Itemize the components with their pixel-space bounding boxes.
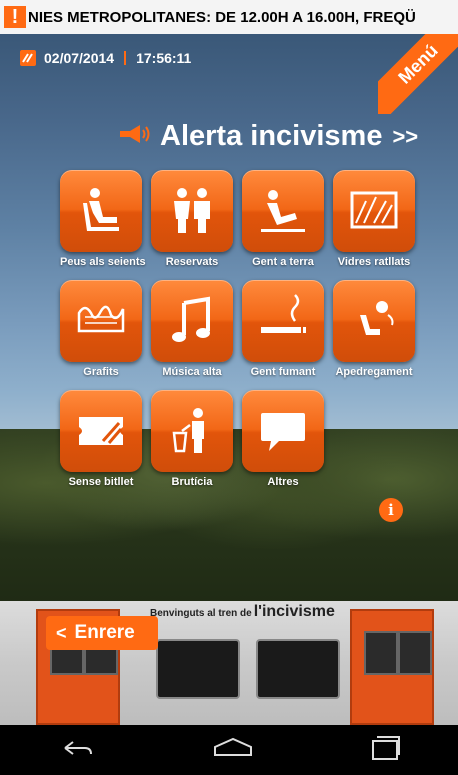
tile-label: Brutícia bbox=[171, 476, 213, 488]
tile-label: Peus als seients bbox=[60, 256, 146, 268]
date-label: 02/07/2014 bbox=[44, 50, 115, 66]
recent-apps-icon[interactable] bbox=[369, 735, 401, 766]
tile-label: Gent a terra bbox=[252, 256, 314, 268]
train-window bbox=[256, 639, 340, 699]
music-note-icon bbox=[151, 280, 233, 362]
train-banner: Benvinguts al tren de l'incivisme bbox=[150, 603, 335, 621]
smoking-icon bbox=[242, 280, 324, 362]
chevron-left-icon: < bbox=[56, 622, 67, 643]
back-button[interactable]: < Enrere bbox=[46, 616, 158, 650]
tile-vidres-ratllats[interactable]: Vidres ratllats bbox=[333, 170, 415, 268]
tile-reservats[interactable]: Reservats bbox=[151, 170, 233, 268]
ticker-text: NIES METROPOLITANES: DE 12.00H A 16.00H,… bbox=[28, 9, 416, 26]
headline-text: Alerta incivisme bbox=[160, 120, 383, 152]
tile-label: Altres bbox=[267, 476, 299, 488]
stone-throwing-icon bbox=[333, 280, 415, 362]
megaphone-icon bbox=[118, 120, 152, 153]
menu-label: Menú bbox=[378, 34, 458, 114]
tile-grafits[interactable]: Grafits bbox=[60, 280, 142, 378]
no-ticket-icon bbox=[60, 390, 142, 472]
train-window bbox=[156, 639, 240, 699]
tile-label: Grafits bbox=[83, 366, 119, 378]
tile-peus-als-seients[interactable]: Peus als seients bbox=[60, 170, 146, 268]
menu-button[interactable]: Menú bbox=[378, 34, 458, 114]
tile-label: Vidres ratllats bbox=[337, 256, 411, 268]
tile-label: Apedregament bbox=[335, 366, 413, 378]
people-on-floor-icon bbox=[242, 170, 324, 252]
back-nav-icon[interactable] bbox=[57, 736, 97, 765]
banner-small-text: Benvinguts al tren de bbox=[150, 608, 252, 619]
back-label: Enrere bbox=[74, 622, 135, 643]
graffiti-icon bbox=[60, 280, 142, 362]
tile-label: Sense bitllet bbox=[68, 476, 134, 488]
train-door-right bbox=[350, 609, 434, 725]
feet-on-seat-icon bbox=[60, 170, 142, 252]
tile-musica-alta[interactable]: Música alta bbox=[151, 280, 233, 378]
page-title: Alerta incivisme >> bbox=[118, 120, 418, 153]
tile-apedregament[interactable]: Apedregament bbox=[333, 280, 415, 378]
chevron-right-icon: >> bbox=[392, 123, 419, 149]
date-time-bar: 02/07/2014 17:56:11 bbox=[20, 50, 191, 66]
fgc-logo-icon bbox=[20, 50, 36, 66]
tile-gent-fumant[interactable]: Gent fumant bbox=[242, 280, 324, 378]
home-nav-icon[interactable] bbox=[211, 737, 255, 764]
android-nav-bar bbox=[0, 725, 458, 775]
tile-label: Gent fumant bbox=[250, 366, 316, 378]
divider bbox=[124, 51, 127, 65]
info-button[interactable]: i bbox=[379, 498, 403, 522]
scratched-glass-icon bbox=[333, 170, 415, 252]
speech-bubble-icon bbox=[242, 390, 324, 472]
time-label: 17:56:11 bbox=[136, 50, 192, 66]
news-ticker: ! NIES METROPOLITANES: DE 12.00H A 16.00… bbox=[0, 0, 458, 34]
tile-sense-bitllet[interactable]: Sense bitllet bbox=[60, 390, 142, 488]
banner-big-text: l'incivisme bbox=[253, 603, 335, 620]
tile-label: Reservats bbox=[165, 256, 219, 268]
tile-label: Música alta bbox=[162, 366, 222, 378]
tile-altres[interactable]: Altres bbox=[242, 390, 324, 488]
reserved-seats-icon bbox=[151, 170, 233, 252]
litter-icon bbox=[151, 390, 233, 472]
tile-gent-a-terra[interactable]: Gent a terra bbox=[242, 170, 324, 268]
alert-icon: ! bbox=[4, 6, 26, 28]
tile-bruticia[interactable]: Brutícia bbox=[151, 390, 233, 488]
